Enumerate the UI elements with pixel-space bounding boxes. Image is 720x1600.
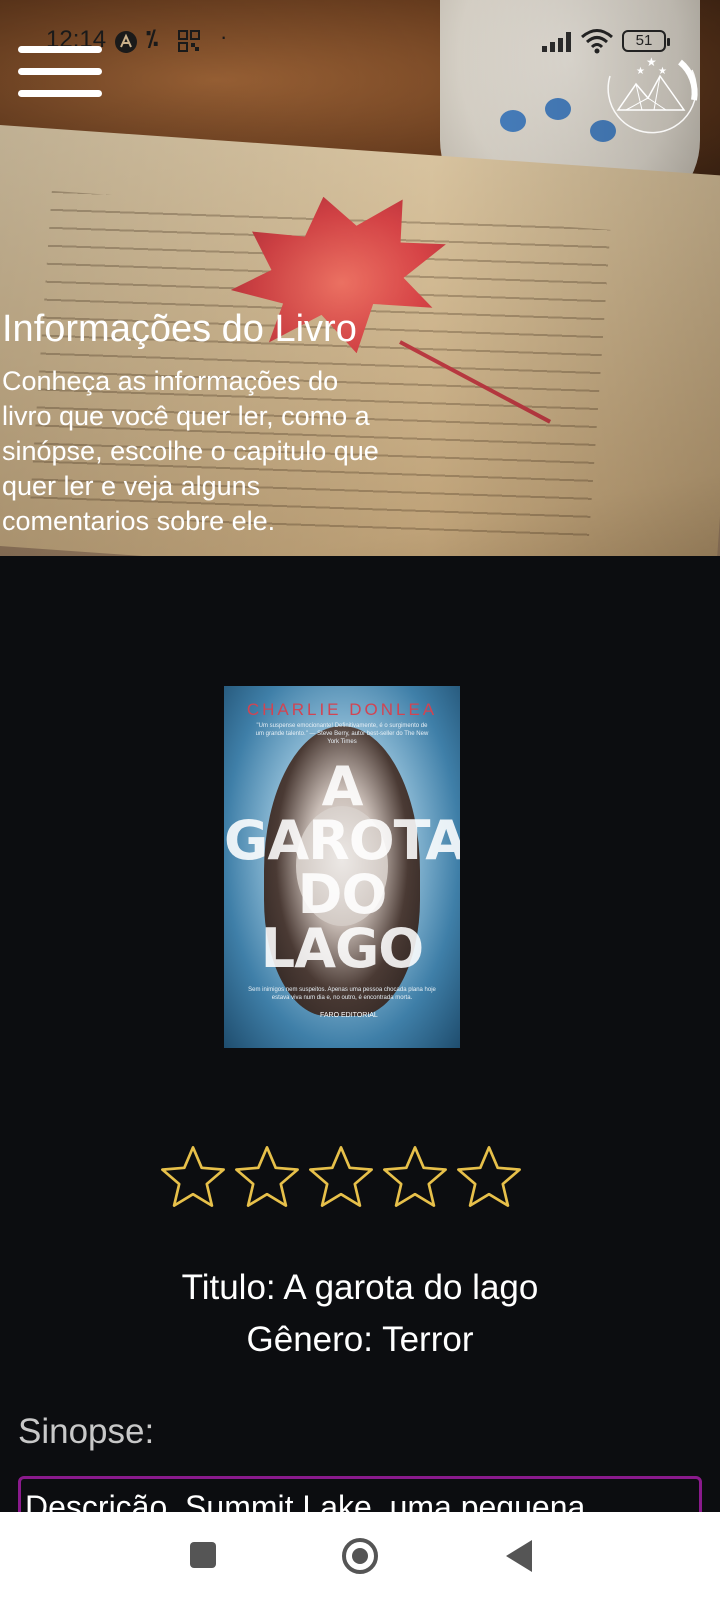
svg-text:★: ★ xyxy=(658,66,667,77)
rating-stars[interactable] xyxy=(156,1142,526,1218)
book-genre: Gênero: Terror xyxy=(246,1320,474,1359)
book-cover-image[interactable]: CHARLIE DONLEA "Um suspense emocionante!… xyxy=(224,686,460,1048)
dot-icon: · xyxy=(220,24,228,49)
hamburger-menu-icon[interactable] xyxy=(18,46,102,100)
svg-text:★: ★ xyxy=(646,55,657,69)
star-icon[interactable] xyxy=(452,1142,526,1214)
cover-blurb: "Um suspense emocionante! Definitivament… xyxy=(255,723,429,745)
mountain-logo-icon[interactable]: ★ ★ ★ xyxy=(596,40,704,136)
cover-tagline: Sem inimigos nem suspeitos. Apenas uma p… xyxy=(248,987,436,1001)
synopsis-label: Sinopse: xyxy=(18,1412,155,1451)
page-description: Conheça as informações do livro que você… xyxy=(2,366,379,536)
square-recent-icon[interactable] xyxy=(190,1542,216,1568)
star-icon[interactable] xyxy=(230,1142,304,1214)
book-title: Titulo: A garota do lago xyxy=(181,1268,539,1307)
signal-icon xyxy=(542,32,574,52)
svg-text:★: ★ xyxy=(636,66,645,77)
grid-icon xyxy=(178,30,200,58)
cover-publisher: FARO EDITORIAL xyxy=(320,1012,378,1019)
circle-home-icon[interactable] xyxy=(342,1538,378,1574)
star-icon[interactable] xyxy=(304,1142,378,1214)
star-icon[interactable] xyxy=(156,1142,230,1214)
page-title: Informações do Livro xyxy=(2,308,357,350)
cover-title: A GAROTA DO LAGO xyxy=(224,755,460,980)
a-icon xyxy=(114,30,138,60)
star-icon[interactable] xyxy=(378,1142,452,1214)
cover-author: CHARLIE DONLEA xyxy=(246,700,438,719)
triangle-back-icon[interactable] xyxy=(506,1540,532,1572)
percent-icon: ⁒ xyxy=(146,26,159,51)
